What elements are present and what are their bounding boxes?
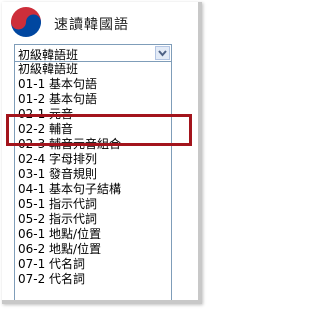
list-item[interactable]: 02-3 輔音元音組合 bbox=[15, 137, 171, 152]
list-item[interactable]: 04-1 基本句子結構 bbox=[15, 182, 171, 197]
lesson-list[interactable]: 初級韓語班 01-1 基本句語 01-2 基本句語 02-1 元音 02-2 輔… bbox=[14, 62, 172, 300]
list-item[interactable]: 06-1 地點/位置 bbox=[15, 227, 171, 242]
list-item[interactable]: 01-1 基本句語 bbox=[15, 77, 171, 92]
app-title: 速讀韓國語 bbox=[54, 17, 129, 33]
lesson-select-value: 初級韓語班 bbox=[18, 48, 79, 62]
list-item[interactable]: 初級韓語班 bbox=[15, 62, 171, 77]
list-item[interactable]: 02-2 輔音 bbox=[15, 122, 171, 137]
list-item[interactable]: 02-4 字母排列 bbox=[15, 152, 171, 167]
dropdown-button[interactable] bbox=[155, 46, 170, 60]
header: 速讀韓國語 bbox=[2, 2, 198, 42]
list-item[interactable]: 01-2 基本句語 bbox=[15, 92, 171, 107]
chevron-down-icon bbox=[158, 50, 167, 57]
korean-flag-taegeuk-icon bbox=[11, 7, 41, 37]
list-item[interactable]: 07-1 代名詞 bbox=[15, 257, 171, 272]
list-item[interactable]: 06-2 地點/位置 bbox=[15, 242, 171, 257]
lesson-select[interactable]: 初級韓語班 bbox=[14, 44, 172, 62]
list-item[interactable]: 05-2 指示代詞 bbox=[15, 212, 171, 227]
list-item[interactable]: 07-2 代名詞 bbox=[15, 272, 171, 287]
lesson-panel: 速讀韓國語 初級韓語班 初級韓語班 01-1 基本句語 01-2 基本句語 02… bbox=[2, 2, 202, 304]
list-item[interactable]: 02-1 元音 bbox=[15, 107, 171, 122]
list-item[interactable]: 03-1 發音規則 bbox=[15, 167, 171, 182]
list-item[interactable]: 05-1 指示代詞 bbox=[15, 197, 171, 212]
